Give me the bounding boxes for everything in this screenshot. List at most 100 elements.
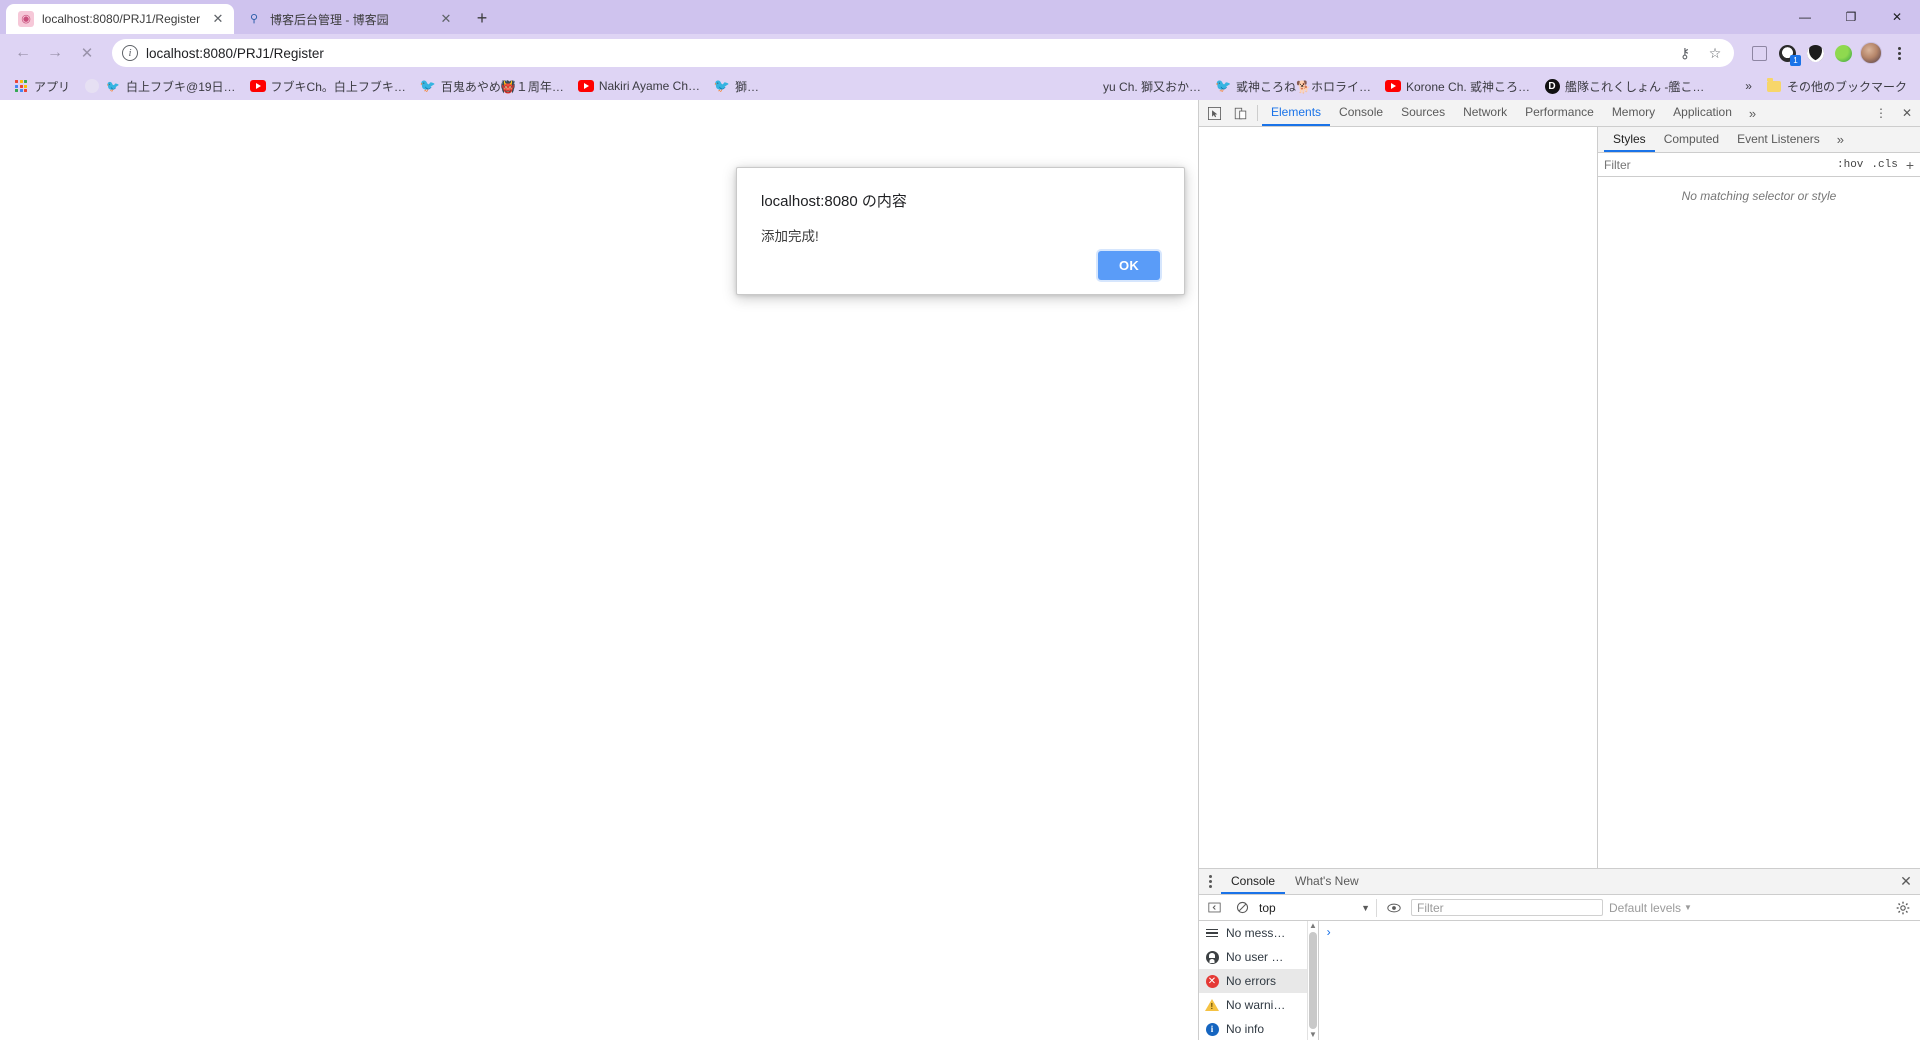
elements-tree-pane[interactable]: [1199, 127, 1598, 868]
chrome-menu-button[interactable]: [1886, 40, 1912, 66]
console-sidebar-scrollbar[interactable]: ▲ ▼: [1307, 921, 1318, 1040]
browser-tab-register[interactable]: ◉ localhost:8080/PRJ1/Register ✕: [6, 4, 234, 34]
devtools-tab-list: Elements Console Sources Network Perform…: [1262, 100, 1868, 126]
console-context-selector[interactable]: top ▼: [1259, 898, 1377, 917]
page-viewport: localhost:8080 の内容 添加完成! OK: [0, 100, 1198, 1040]
console-levels-label: Default levels: [1609, 900, 1682, 915]
tab-memory[interactable]: Memory: [1603, 100, 1664, 126]
bookmark-item-4[interactable]: Nakiri Ayame Ch…: [571, 75, 707, 97]
dialog-box: localhost:8080 の内容 添加完成! OK: [736, 167, 1185, 295]
tab-computed[interactable]: Computed: [1655, 127, 1728, 152]
messages-list-icon: [1205, 926, 1219, 940]
panda-extension-icon[interactable]: 1: [1774, 40, 1801, 66]
omnibox-actions: ⚷ ☆: [1672, 40, 1728, 66]
tab-sources[interactable]: Sources: [1392, 100, 1454, 126]
green-globe-extension-icon[interactable]: [1830, 40, 1856, 66]
more-tabs-icon[interactable]: »: [1741, 100, 1764, 126]
cls-toggle[interactable]: .cls: [1871, 159, 1897, 171]
console-sidebar-item-errors[interactable]: ✕ No errors: [1199, 969, 1318, 993]
address-bar[interactable]: i localhost:8080/PRJ1/Register ⚷ ☆: [112, 39, 1734, 67]
drawer-tab-list: Console What's New ✕: [1199, 869, 1920, 895]
console-toolbar: top ▼ Filter Default levels ▼: [1199, 895, 1920, 921]
bookmark-item-9[interactable]: D 艦隊これくしょん -艦こ…: [1537, 75, 1711, 98]
settings-gear-icon[interactable]: [1890, 901, 1916, 915]
overflow-chevron-icon: »: [1745, 79, 1752, 93]
bookmark-star-icon[interactable]: ☆: [1702, 40, 1728, 66]
bookmark-label: フブキCh。白上フブキ…: [270, 79, 406, 94]
browser-tab-cnblogs[interactable]: ⚲ 博客后台管理 - 博客园 ✕: [234, 4, 462, 34]
minimize-icon[interactable]: —: [1782, 0, 1828, 34]
clear-console-icon[interactable]: [1231, 897, 1253, 919]
dialog-title: localhost:8080 の内容: [761, 193, 907, 210]
tab-network[interactable]: Network: [1454, 100, 1516, 126]
console-sidebar-label: No errors: [1226, 974, 1277, 988]
scroll-down-icon[interactable]: ▼: [1309, 1030, 1317, 1040]
hov-toggle[interactable]: :hov: [1837, 159, 1863, 171]
styles-pane: Styles Computed Event Listeners » :hov .…: [1598, 127, 1920, 868]
forward-button[interactable]: →: [40, 38, 70, 68]
close-drawer-icon[interactable]: ✕: [1892, 869, 1920, 894]
scrollbar-thumb[interactable]: [1309, 932, 1317, 1029]
bookmark-item-7[interactable]: 🐦 戜神ころね🐕ホロライ…: [1208, 75, 1378, 98]
drawer-menu-icon[interactable]: [1199, 869, 1221, 894]
window-controls: — ❐ ✕: [1782, 0, 1920, 34]
divider: [1257, 105, 1258, 121]
console-drawer: Console What's New ✕ top ▼ Filter Defaul…: [1199, 868, 1920, 1040]
bookmarks-overflow-button[interactable]: »: [1738, 76, 1759, 96]
tab-performance[interactable]: Performance: [1516, 100, 1603, 126]
devtools-menu-icon[interactable]: ⋮: [1868, 100, 1894, 126]
tab-styles[interactable]: Styles: [1604, 127, 1655, 152]
console-sidebar-item-info[interactable]: i No info: [1199, 1017, 1318, 1040]
bookmark-item-3[interactable]: 🐦 百鬼あやめ👹１周年…: [413, 75, 571, 98]
user-messages-icon: [1205, 950, 1219, 964]
styles-empty-message: No matching selector or style: [1681, 189, 1837, 203]
console-output[interactable]: ›: [1319, 921, 1920, 1040]
bookmark-label: その他のブックマーク: [1786, 79, 1907, 94]
device-toolbar-icon[interactable]: [1227, 100, 1253, 126]
close-tab-icon[interactable]: ✕: [210, 11, 226, 27]
new-style-rule-icon[interactable]: +: [1906, 157, 1914, 173]
dark-face-extension-icon[interactable]: [1802, 40, 1828, 66]
drawer-tab-console[interactable]: Console: [1221, 869, 1286, 894]
close-window-icon[interactable]: ✕: [1874, 0, 1920, 34]
console-sidebar-toggle-icon[interactable]: [1203, 897, 1225, 919]
styles-filter-input[interactable]: [1604, 157, 1829, 172]
tab-title: 博客后台管理 - 博客园: [270, 12, 389, 27]
stop-reload-button[interactable]: ✕: [72, 38, 102, 68]
twitter-icon: [84, 78, 100, 94]
bookmark-item-1[interactable]: 🐦 白上フブキ@19日…: [77, 75, 243, 98]
password-key-icon[interactable]: ⚷: [1672, 40, 1698, 66]
avatar[interactable]: [1858, 40, 1884, 66]
tab-event-listeners[interactable]: Event Listeners: [1728, 127, 1829, 152]
bookmark-item-2[interactable]: フブキCh。白上フブキ…: [243, 75, 413, 98]
back-button[interactable]: ←: [8, 38, 38, 68]
new-tab-button[interactable]: +: [468, 4, 496, 32]
styles-more-tabs-icon[interactable]: »: [1829, 127, 1852, 152]
bookmark-item-5[interactable]: 🐦 獅…: [707, 75, 766, 98]
extension-square-icon[interactable]: [1746, 40, 1772, 66]
bookmark-label: 白上フブキ@19日…: [126, 79, 236, 94]
drawer-tab-whats-new[interactable]: What's New: [1285, 869, 1369, 894]
tab-application[interactable]: Application: [1664, 100, 1741, 126]
bookmark-item-6[interactable]: yu Ch. 獅又おか…: [1096, 75, 1208, 98]
live-expression-icon[interactable]: [1383, 897, 1405, 919]
other-bookmarks-folder[interactable]: その他のブックマーク: [1759, 75, 1914, 98]
page-info-icon[interactable]: i: [122, 45, 138, 61]
console-sidebar-item-user-messages[interactable]: No user …: [1199, 945, 1318, 969]
bookmark-item-apps[interactable]: アプリ: [6, 75, 77, 98]
console-sidebar-item-messages[interactable]: No mess…: [1199, 921, 1318, 945]
console-levels-selector[interactable]: Default levels ▼: [1609, 901, 1692, 915]
console-filter-input[interactable]: Filter: [1411, 899, 1603, 916]
maximize-icon[interactable]: ❐: [1828, 0, 1874, 34]
inspect-element-icon[interactable]: [1201, 100, 1227, 126]
close-devtools-icon[interactable]: ✕: [1894, 100, 1920, 126]
content-area: localhost:8080 の内容 添加完成! OK Elements Con…: [0, 100, 1920, 1040]
dialog-ok-button[interactable]: OK: [1098, 251, 1160, 280]
tab-console[interactable]: Console: [1330, 100, 1392, 126]
scroll-up-icon[interactable]: ▲: [1309, 921, 1317, 931]
console-sidebar-item-warnings[interactable]: No warni…: [1199, 993, 1318, 1017]
folder-icon: [1766, 78, 1782, 94]
close-tab-icon[interactable]: ✕: [438, 11, 454, 27]
tab-elements[interactable]: Elements: [1262, 100, 1331, 126]
bookmark-item-8[interactable]: Korone Ch. 戜神ころ…: [1378, 75, 1537, 98]
